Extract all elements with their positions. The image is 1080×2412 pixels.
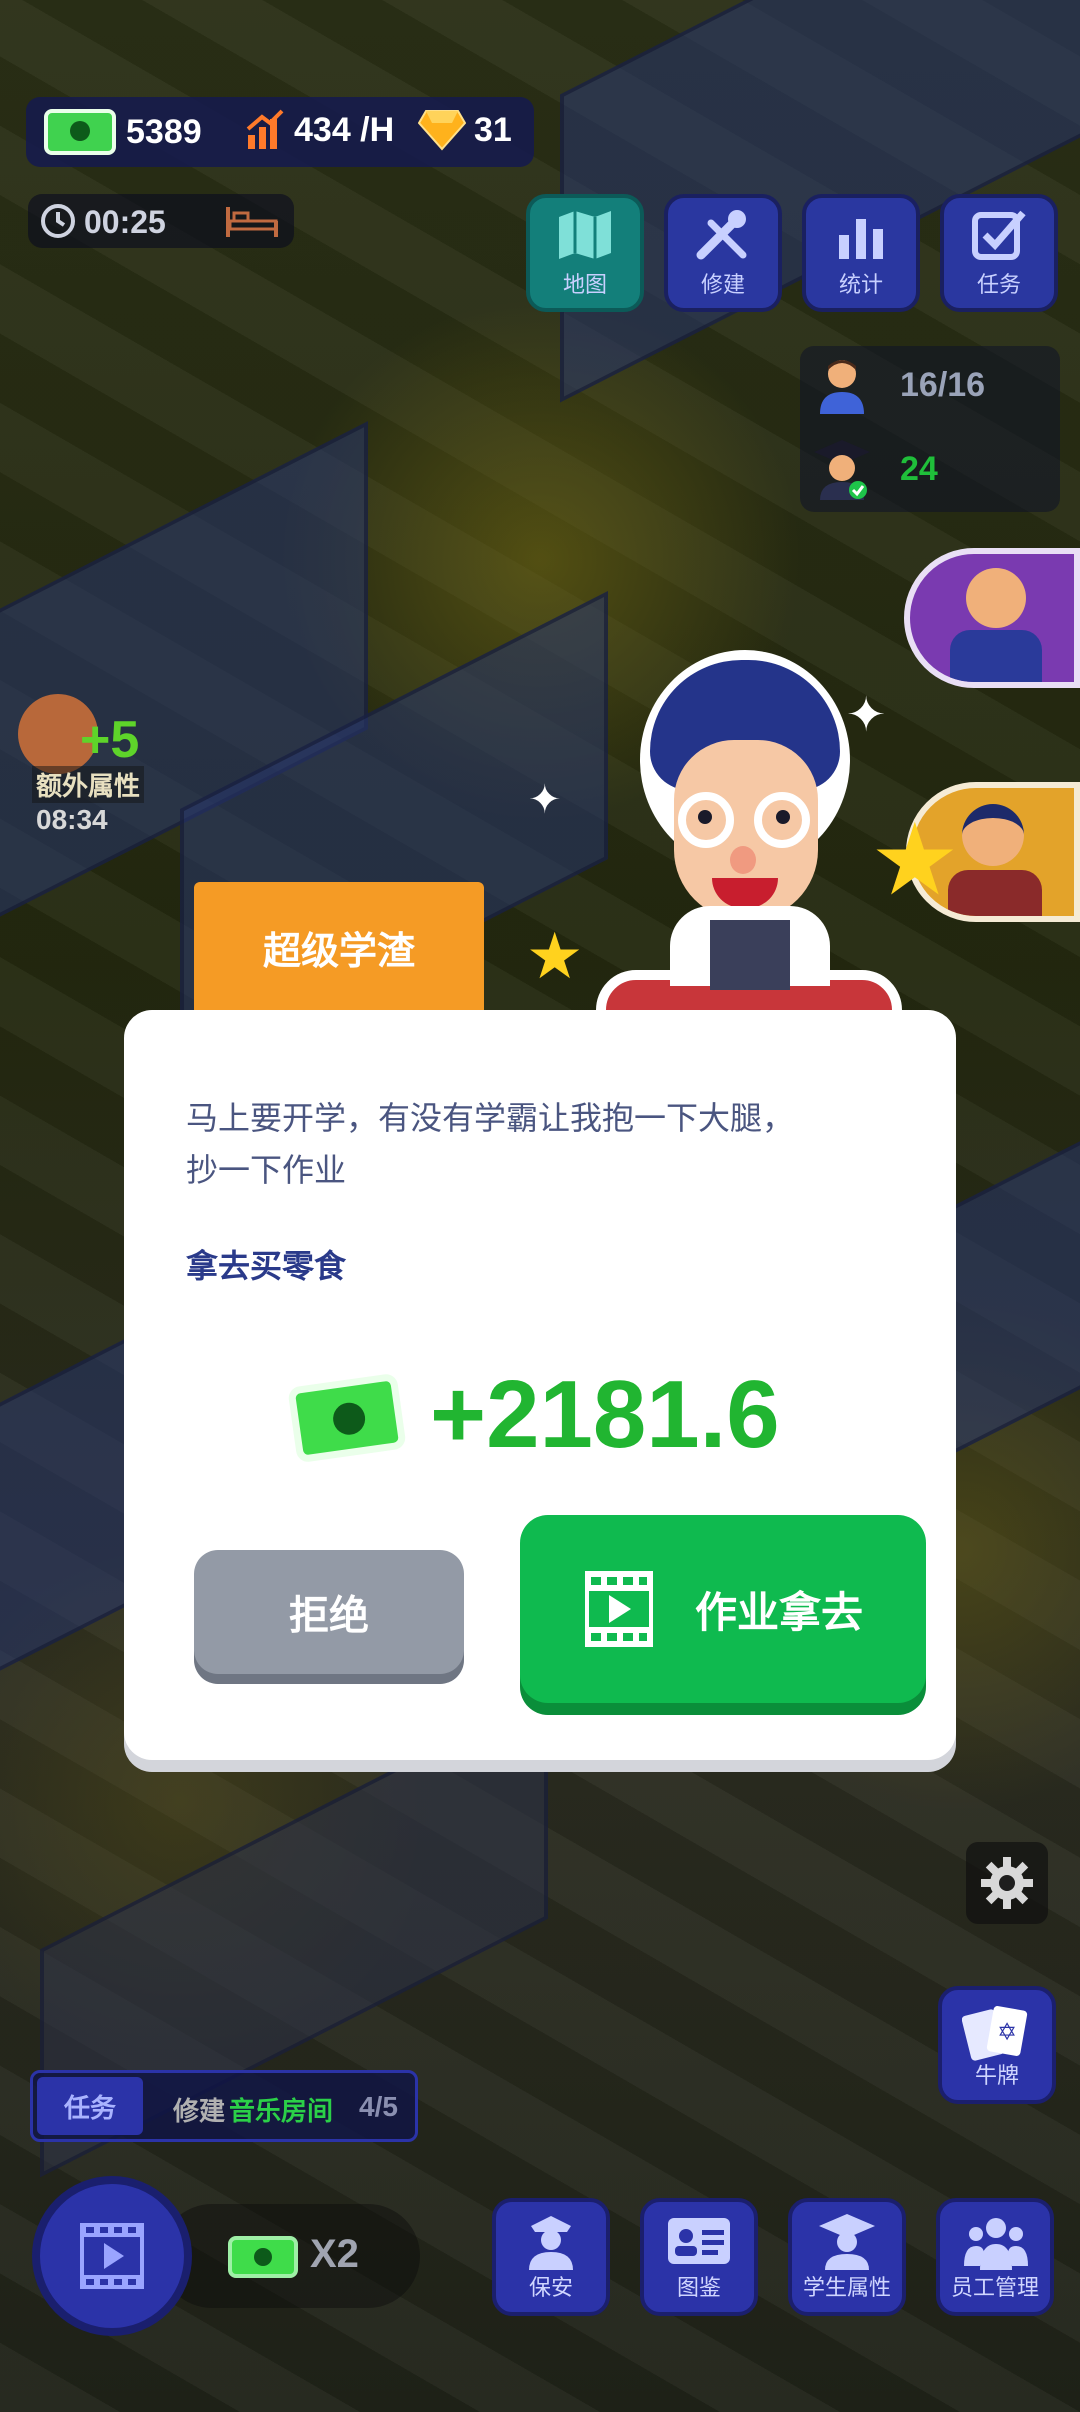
student-count: 16/16 [900,366,986,404]
video-play-icon [80,2223,144,2289]
gem-icon [418,110,466,151]
map-icon [559,211,611,259]
graduate-icon [819,2214,875,2270]
cards-icon: ✡ [962,2006,1028,2061]
svg-text:✡: ✡ [997,2018,1017,2046]
ad-boost-panel[interactable]: X2 [160,2204,420,2308]
tasks-button[interactable]: 任务 [940,194,1058,312]
principal-avatar [966,568,1026,628]
map-button[interactable]: 地图 [526,194,644,312]
message-action: 拿去买零食 [186,1247,347,1285]
bonus-attribute[interactable]: +5 额外属性 08:34 [10,690,150,840]
bonus-label: 额外属性 [32,766,145,803]
security-guard-icon [529,2216,573,2270]
timer-text: 00:25 [84,204,166,240]
stats-button[interactable]: 统计 [802,194,920,312]
bonus-timer: 08:34 [36,804,108,835]
checkbox-icon [972,210,1026,260]
accept-label: 作业拿去 [694,1587,863,1637]
population-panel: 16/16 24 [800,346,1060,512]
security-button[interactable]: 保安 [492,2198,610,2316]
reward-amount: +2181.6 [430,1361,780,1468]
principal-bubble[interactable] [904,548,1080,688]
student-attributes-label: 学生属性 [802,2275,891,2300]
sparkle-icon: ✦ [528,778,562,822]
tools-icon [696,210,747,260]
security-label: 保安 [528,2275,573,2300]
reject-label: 拒绝 [289,1593,369,1639]
message-line-2: 抄一下作业 [186,1151,347,1189]
graduate-count: 24 [900,450,938,488]
task-highlight: 音乐房间 [229,2097,334,2127]
staff-management-label: 员工管理 [950,2275,1039,2300]
cash-amount: 5389 [126,112,202,151]
boost-cash-icon [228,2236,298,2278]
message-line-1: 马上要开学，有没有学霸让我抱一下大腿， [186,1099,795,1137]
build-label: 修建 [700,272,745,297]
bed-icon [226,207,278,237]
stats-label: 统计 [838,272,883,297]
tasks-label: 任务 [976,272,1021,297]
student-attributes-button[interactable]: 学生属性 [788,2198,906,2316]
boost-multiplier: X2 [310,2232,359,2276]
dialog-message: 马上要开学，有没有学霸让我抱一下大腿， 抄一下作业 拿去买零食 [186,1092,876,1292]
bar-chart-icon [839,219,883,259]
bonus-value: +5 [80,711,140,769]
income-rate: 434 /H [294,110,395,149]
cards-button[interactable]: ✡ 牛牌 [938,1986,1056,2104]
task-text: 修建 [173,2097,226,2127]
clock-icon [41,204,75,238]
nerd-avatar [962,804,1024,866]
task-progress: 4/5 [359,2091,398,2122]
event-timer: 00:25 [28,194,294,248]
catalog-button[interactable]: 图鉴 [640,2198,758,2316]
reward-cash-icon [287,1372,407,1464]
build-button[interactable]: 修建 [664,194,782,312]
catalog-label: 图鉴 [676,2275,721,2300]
video-play-icon [584,1571,653,1647]
accept-video-button[interactable]: 作业拿去 [520,1515,926,1703]
gear-icon [981,1857,1033,1909]
cash-icon [44,109,116,155]
student-icon [820,360,864,414]
star-icon: ★ [870,804,960,916]
task-tag: 任务 [37,2077,143,2135]
graduate-count-icon [814,440,870,500]
sparkle-icon: ✦ [846,689,887,742]
task-bar[interactable]: 任务 修建 音乐房间 4/5 [30,2070,418,2142]
watch-ad-button[interactable] [32,2176,192,2336]
map-label: 地图 [562,272,607,297]
id-card-icon [668,2218,730,2264]
staff-icon [964,2218,1028,2270]
dialog-title: 超级学渣 [194,882,484,1012]
reject-button[interactable]: 拒绝 [194,1550,464,1674]
income-chart-icon [246,109,284,149]
staff-management-button[interactable]: 员工管理 [936,2198,1054,2316]
currency-bar: 5389 434 /H 31 [26,97,534,167]
task-tag-label: 任务 [63,2093,116,2124]
gem-amount: 31 [474,110,512,149]
star-icon: ★ [526,920,584,992]
settings-button[interactable] [966,1842,1048,1924]
